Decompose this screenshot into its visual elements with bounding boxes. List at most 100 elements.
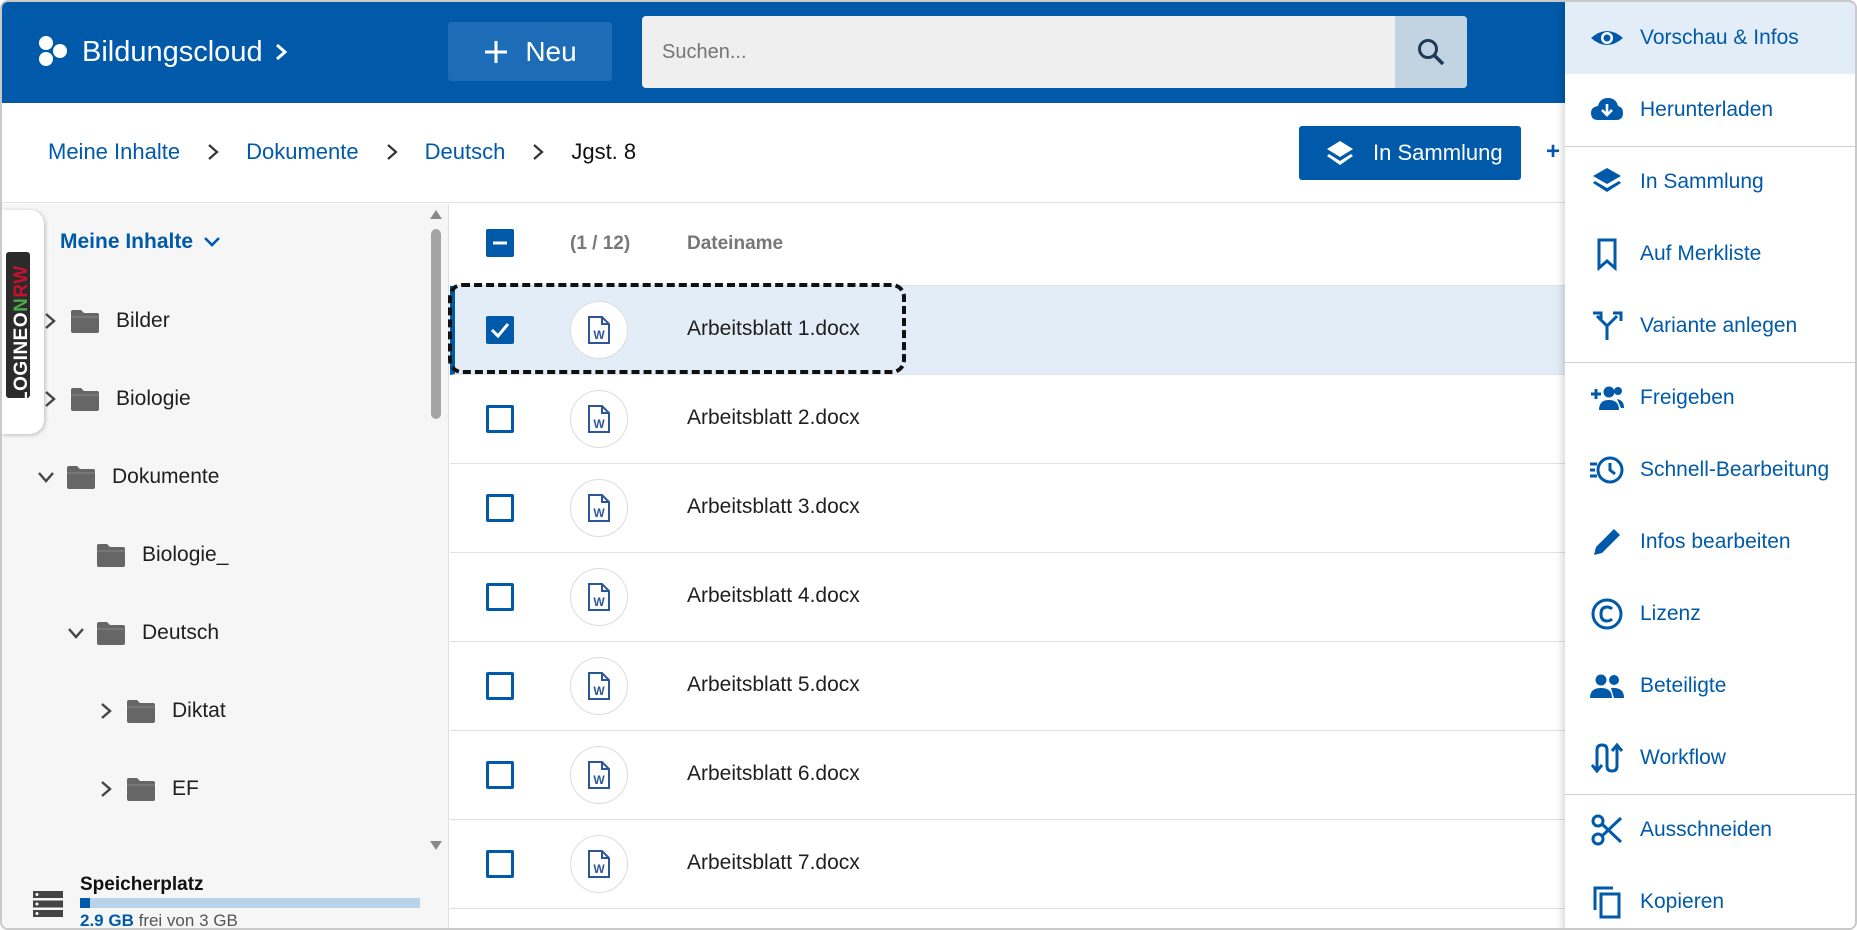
tree-item-diktat[interactable]: Diktat	[96, 696, 226, 726]
menu-item-variante-anlegen[interactable]: Variante anlegen	[1565, 290, 1855, 362]
menu-item-lizenz[interactable]: Lizenz	[1565, 578, 1855, 650]
file-name[interactable]: Arbeitsblatt 3.docx	[687, 495, 860, 519]
copy-icon	[1589, 884, 1625, 920]
menu-item-in-sammlung[interactable]: In Sammlung	[1565, 146, 1855, 218]
menu-item-label: Variante anlegen	[1640, 314, 1798, 337]
logineo-logo: LOGINEONRW	[11, 265, 32, 403]
row-checkbox[interactable]	[486, 672, 514, 700]
chevron-right-icon[interactable]	[40, 389, 60, 409]
tree-item-dokumente[interactable]: Dokumente	[36, 462, 219, 492]
select-all-checkbox[interactable]	[486, 229, 514, 257]
file-row[interactable]: W Arbeitsblatt 2.docx	[450, 375, 1565, 464]
brand-link[interactable]: Bildungscloud	[34, 32, 291, 72]
file-type-icon: W	[570, 568, 628, 626]
column-header-filename[interactable]: Dateiname	[687, 233, 783, 255]
chevron-down-icon[interactable]	[36, 467, 56, 487]
file-name[interactable]: Arbeitsblatt 5.docx	[687, 673, 860, 697]
tree-item-biologie[interactable]: Biologie	[40, 384, 191, 414]
menu-item-ausschneiden[interactable]: Ausschneiden	[1565, 794, 1855, 866]
share-button-partial[interactable]: +	[1546, 138, 1560, 166]
folder-icon	[97, 544, 125, 567]
file-name[interactable]: Arbeitsblatt 6.docx	[687, 762, 860, 786]
menu-item-label: Herunterladen	[1640, 98, 1774, 121]
file-name[interactable]: Arbeitsblatt 4.docx	[687, 584, 860, 608]
breadcrumb-item[interactable]: Dokumente	[246, 139, 359, 165]
word-doc-icon: W	[588, 405, 610, 433]
chevron-right-icon	[208, 144, 219, 160]
search-box	[642, 16, 1467, 88]
file-row[interactable]: W Arbeitsblatt 7.docx	[450, 820, 1565, 909]
scroll-up-icon[interactable]	[428, 207, 444, 221]
minus-icon	[493, 241, 507, 245]
folder-icon	[67, 466, 95, 489]
layers-icon	[1327, 141, 1353, 165]
menu-item-label: Kopieren	[1640, 890, 1725, 913]
svg-text:W: W	[593, 862, 605, 876]
tree-item-label: Bilder	[116, 309, 170, 332]
folder-icon	[71, 388, 99, 411]
file-row[interactable]: W Arbeitsblatt 5.docx	[450, 642, 1565, 731]
file-name[interactable]: Arbeitsblatt 2.docx	[687, 406, 860, 430]
scroll-down-icon[interactable]	[428, 839, 444, 853]
quick-edit-icon	[1589, 452, 1625, 488]
storage-free-value: 2.9 GB	[80, 911, 134, 930]
sidebar-scrollbar[interactable]	[428, 207, 444, 853]
menu-item-label: Ausschneiden	[1640, 818, 1772, 841]
tree-item-bilder[interactable]: Bilder	[40, 306, 170, 336]
svg-text:W: W	[593, 773, 605, 787]
chevron-down-icon[interactable]	[66, 623, 86, 643]
word-doc-icon: W	[588, 850, 610, 878]
tree-item-deutsch[interactable]: Deutsch	[66, 618, 219, 648]
chevron-right-icon[interactable]	[96, 779, 116, 799]
context-menu: Vorschau & Infos Herunterladen In Sammlung…	[1565, 2, 1855, 928]
menu-item-kopieren[interactable]: Kopieren	[1565, 866, 1855, 928]
menu-item-infos-bearbeiten[interactable]: Infos bearbeiten	[1565, 506, 1855, 578]
file-name[interactable]: Arbeitsblatt 7.docx	[687, 851, 860, 875]
menu-item-auf-merkliste[interactable]: Auf Merkliste	[1565, 218, 1855, 290]
chevron-down-icon	[204, 237, 220, 247]
focus-highlight	[448, 283, 906, 374]
word-doc-icon: W	[588, 672, 610, 700]
menu-item-vorschau-infos[interactable]: Vorschau & Infos	[1565, 2, 1855, 74]
breadcrumb-item[interactable]: Deutsch	[425, 139, 506, 165]
tree-item-label: Biologie	[116, 387, 191, 410]
row-checkbox[interactable]	[486, 494, 514, 522]
file-type-icon: W	[570, 746, 628, 804]
workflow-icon	[1589, 740, 1625, 776]
file-row[interactable]: W Arbeitsblatt 4.docx	[450, 553, 1565, 642]
menu-item-schnell-bearbeitung[interactable]: Schnell-Bearbeitung	[1565, 434, 1855, 506]
storage-icon	[33, 891, 63, 917]
breadcrumb-current: Jgst. 8	[571, 139, 637, 164]
search-button[interactable]	[1395, 16, 1467, 88]
menu-item-label: Workflow	[1640, 746, 1726, 769]
menu-item-label: Vorschau & Infos	[1640, 26, 1799, 49]
file-row[interactable]: W Arbeitsblatt 3.docx	[450, 464, 1565, 553]
svg-text:W: W	[593, 595, 605, 609]
plus-icon	[485, 40, 508, 63]
tree-item-biologie-sub[interactable]: Biologie_	[96, 540, 228, 570]
bookmark-icon	[1589, 236, 1625, 272]
new-button[interactable]: Neu	[448, 22, 612, 81]
tree-root-dropdown[interactable]: Meine Inhalte	[60, 230, 221, 254]
search-input[interactable]	[642, 16, 1395, 88]
breadcrumb-item[interactable]: Meine Inhalte	[48, 139, 180, 165]
menu-item-herunterladen[interactable]: Herunterladen	[1565, 74, 1855, 146]
menu-item-beteiligte[interactable]: Beteiligte	[1565, 650, 1855, 722]
row-checkbox[interactable]	[486, 850, 514, 878]
chevron-right-icon[interactable]	[40, 311, 60, 331]
row-checkbox[interactable]	[486, 761, 514, 789]
row-checkbox[interactable]	[486, 405, 514, 433]
chevron-right-icon[interactable]	[96, 701, 116, 721]
file-row[interactable]: W Arbeitsblatt 6.docx	[450, 731, 1565, 820]
tree-item-ef[interactable]: EF	[96, 774, 199, 804]
tree-root-label: Meine Inhalte	[60, 230, 194, 253]
menu-item-freigeben[interactable]: Freigeben	[1565, 362, 1855, 434]
in-collection-button[interactable]: In Sammlung	[1299, 126, 1521, 180]
row-checkbox[interactable]	[486, 583, 514, 611]
copyright-icon	[1589, 596, 1625, 632]
logineo-badge[interactable]: LOGINEONRW	[2, 210, 44, 434]
menu-item-workflow[interactable]: Workflow	[1565, 722, 1855, 794]
menu-item-label: Freigeben	[1640, 386, 1735, 409]
new-button-label: Neu	[525, 35, 577, 67]
scrollbar-thumb[interactable]	[431, 229, 441, 419]
